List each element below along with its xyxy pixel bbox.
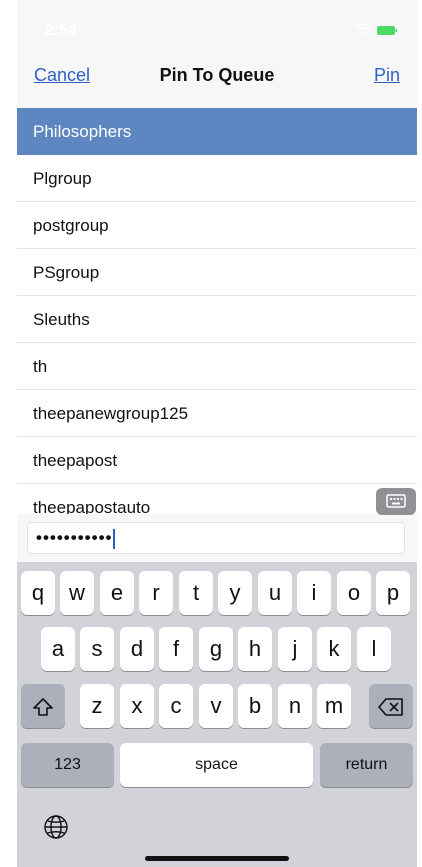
list-item-th[interactable]: th	[17, 343, 417, 390]
password-input[interactable]: •••••••••••	[27, 522, 405, 554]
key-s[interactable]: s	[80, 627, 114, 671]
list-item-theepapostauto[interactable]: theepapostauto	[17, 484, 417, 514]
status-bar: 2:54	[17, 0, 417, 56]
key-u[interactable]: u	[258, 571, 292, 615]
space-key[interactable]: space	[120, 743, 313, 787]
onscreen-keyboard: q w e r t y u i o p a s d f g h j k l z …	[17, 562, 417, 867]
key-l[interactable]: l	[357, 627, 391, 671]
key-x[interactable]: x	[120, 684, 154, 728]
keyboard-icon	[386, 494, 406, 508]
key-g[interactable]: g	[199, 627, 233, 671]
key-a[interactable]: a	[41, 627, 75, 671]
home-indicator[interactable]	[145, 856, 289, 861]
list-item-philosophers[interactable]: Philosophers	[17, 108, 417, 155]
battery-icon	[377, 26, 397, 35]
key-j[interactable]: j	[278, 627, 312, 671]
key-n[interactable]: n	[278, 684, 312, 728]
group-list: Philosophers Plgroup postgroup PSgroup S…	[17, 108, 417, 514]
key-z[interactable]: z	[80, 684, 114, 728]
shift-key[interactable]	[21, 684, 65, 728]
navigation-bar: Cancel Pin To Queue Pin	[17, 56, 417, 98]
phone-screen: 2:54 Cancel Pin To Queue Pin Philosopher…	[17, 0, 417, 867]
wifi-icon	[355, 24, 371, 35]
key-t[interactable]: t	[179, 571, 213, 615]
key-f[interactable]: f	[159, 627, 193, 671]
globe-icon[interactable]	[43, 814, 69, 840]
key-v[interactable]: v	[199, 684, 233, 728]
return-key[interactable]: return	[320, 743, 413, 787]
list-item-psgroup[interactable]: PSgroup	[17, 249, 417, 296]
keyboard-toggle-button[interactable]	[376, 488, 416, 515]
key-p[interactable]: p	[376, 571, 410, 615]
key-m[interactable]: m	[317, 684, 351, 728]
key-b[interactable]: b	[238, 684, 272, 728]
left-margin	[0, 0, 17, 867]
key-q[interactable]: q	[21, 571, 55, 615]
list-item-sleuths[interactable]: Sleuths	[17, 296, 417, 343]
list-item-theepanewgroup125[interactable]: theepanewgroup125	[17, 390, 417, 437]
key-y[interactable]: y	[218, 571, 252, 615]
key-d[interactable]: d	[120, 627, 154, 671]
backspace-icon	[378, 698, 403, 716]
key-r[interactable]: r	[139, 571, 173, 615]
pin-button[interactable]: Pin	[374, 65, 400, 86]
shift-icon	[33, 698, 53, 716]
right-margin	[417, 0, 422, 867]
key-w[interactable]: w	[60, 571, 94, 615]
page-title: Pin To Queue	[159, 65, 275, 85]
key-e[interactable]: e	[100, 571, 134, 615]
list-item-theepapost[interactable]: theepapost	[17, 437, 417, 484]
key-h[interactable]: h	[238, 627, 272, 671]
key-i[interactable]: i	[297, 571, 331, 615]
key-c[interactable]: c	[159, 684, 193, 728]
numbers-key[interactable]: 123	[21, 743, 114, 787]
text-cursor	[113, 528, 116, 549]
key-k[interactable]: k	[317, 627, 351, 671]
backspace-key[interactable]	[369, 684, 413, 728]
list-item-plgroup[interactable]: Plgroup	[17, 155, 417, 202]
list-item-postgroup[interactable]: postgroup	[17, 202, 417, 249]
key-o[interactable]: o	[337, 571, 371, 615]
status-time: 2:54	[45, 22, 78, 39]
password-value: •••••••••••	[36, 528, 113, 547]
